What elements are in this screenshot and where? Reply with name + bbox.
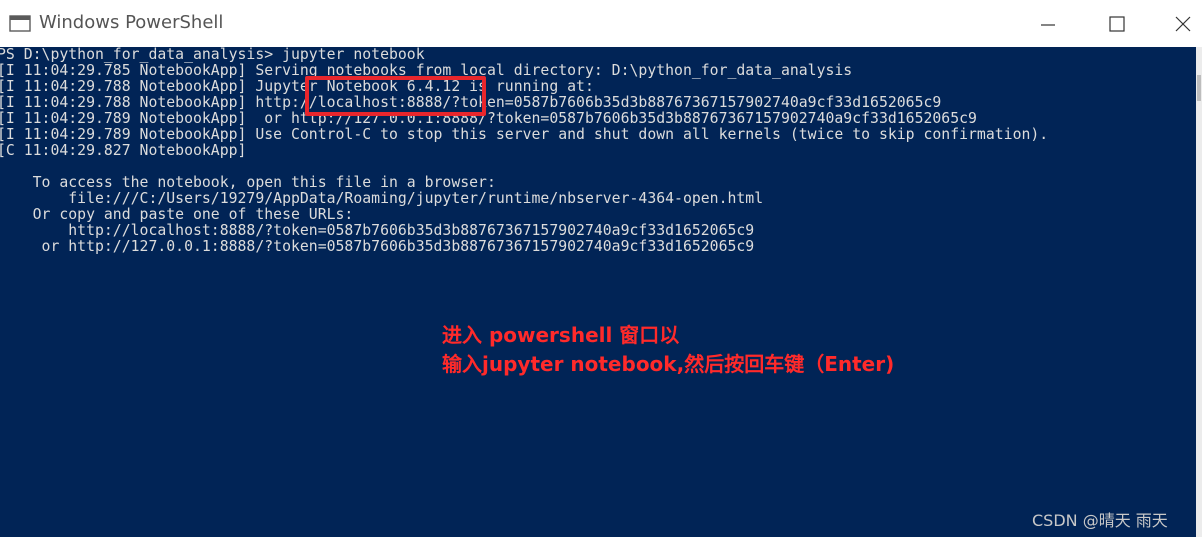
- console-scrollbar[interactable]: [1196, 47, 1202, 537]
- powershell-icon: [9, 15, 31, 32]
- scrollbar-thumb[interactable]: [1197, 75, 1201, 101]
- console-line: file:///C:/Users/19279/AppData/Roaming/j…: [0, 190, 764, 207]
- console-output[interactable]: PS D:\python_for_data_analysis> jupyter …: [0, 47, 1196, 537]
- console-line-prompt: PS D:\python_for_data_analysis> jupyter …: [0, 47, 425, 63]
- minimize-button[interactable]: [1025, 0, 1071, 47]
- annotation-line-1: 进入 powershell 窗口以: [442, 323, 680, 347]
- maximize-button[interactable]: [1094, 0, 1140, 47]
- console-line: To access the notebook, open this file i…: [0, 174, 496, 191]
- console-line: or http://127.0.0.1:8888/?token=0587b760…: [0, 238, 755, 255]
- console-line: [C 11:04:29.827 NotebookApp]: [0, 142, 247, 159]
- command-highlight-box: [305, 76, 486, 116]
- csdn-watermark: CSDN @晴天 雨天: [1032, 511, 1168, 530]
- console-line: Or copy and paste one of these URLs:: [0, 206, 354, 223]
- console-line: [I 11:04:29.788 NotebookApp] Jupyter Not…: [0, 78, 594, 95]
- annotation-line-2: 输入jupyter notebook,然后按回车键（Enter): [442, 352, 895, 376]
- title-bar[interactable]: Windows PowerShell: [0, 0, 1202, 47]
- close-button[interactable]: [1160, 0, 1202, 47]
- console-line: [I 11:04:29.789 NotebookApp] Use Control…: [0, 126, 1049, 143]
- window-title: Windows PowerShell: [39, 12, 224, 33]
- console-line: [I 11:04:29.789 NotebookApp] or http://1…: [0, 110, 977, 127]
- console-line: http://localhost:8888/?token=0587b7606b3…: [0, 222, 755, 239]
- close-icon: [1175, 16, 1191, 32]
- maximize-icon: [1109, 16, 1125, 32]
- minimize-icon: [1041, 24, 1055, 26]
- powershell-window: Windows PowerShell PS D:\python_for_data…: [0, 0, 1202, 537]
